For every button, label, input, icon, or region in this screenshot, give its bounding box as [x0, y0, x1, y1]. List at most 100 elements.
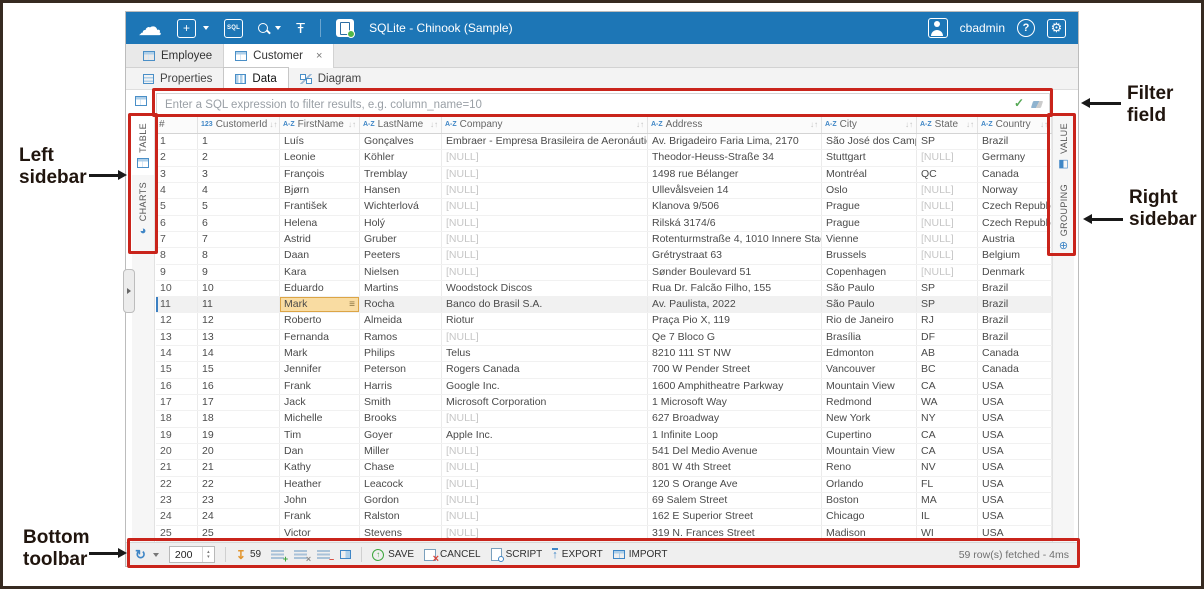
- table-row[interactable]: 33FrançoisTremblay[NULL]1498 rue Bélange…: [156, 167, 1052, 183]
- tab-diagram[interactable]: Diagram: [289, 68, 372, 89]
- cell-rownum[interactable]: 16: [156, 379, 198, 394]
- cell-LastName[interactable]: Hansen: [360, 183, 442, 198]
- cell-Company[interactable]: [NULL]: [442, 460, 648, 475]
- table-row[interactable]: 1818MichelleBrooks[NULL]627 BroadwayNew …: [156, 411, 1052, 427]
- sort-icon[interactable]: ↓↑: [428, 120, 438, 129]
- cell-LastName[interactable]: Miller: [360, 444, 442, 459]
- cell-State[interactable]: NY: [917, 411, 978, 426]
- duplicate-row-button[interactable]: ×: [294, 550, 307, 560]
- table-row[interactable]: 1414MarkPhilipsTelus8210 111 ST NWEdmont…: [156, 346, 1052, 362]
- cell-CustomerId[interactable]: 15: [198, 362, 280, 377]
- text-tool-icon[interactable]: Ŧ: [296, 20, 305, 37]
- cell-LastName[interactable]: Nielsen: [360, 265, 442, 280]
- cell-Country[interactable]: USA: [978, 379, 1052, 394]
- cell-FirstName[interactable]: Eduardo: [280, 281, 360, 296]
- cell-Country[interactable]: Germany: [978, 150, 1052, 165]
- column-header-Company[interactable]: A-ZCompany↓↑: [442, 116, 648, 133]
- cell-Address[interactable]: 319 N. Frances Street: [648, 526, 822, 541]
- cell-Country[interactable]: USA: [978, 444, 1052, 459]
- cell-City[interactable]: Vienne: [822, 232, 917, 247]
- cell-City[interactable]: Montréal: [822, 167, 917, 182]
- cell-rownum[interactable]: 17: [156, 395, 198, 410]
- cell-rownum[interactable]: 2: [156, 150, 198, 165]
- cell-FirstName[interactable]: Roberto: [280, 313, 360, 328]
- cell-rownum[interactable]: 13: [156, 330, 198, 345]
- cell-State[interactable]: SP: [917, 134, 978, 149]
- cell-LastName[interactable]: Brooks: [360, 411, 442, 426]
- column-header-Address[interactable]: A-ZAddress↓↑: [648, 116, 822, 133]
- cell-City[interactable]: Reno: [822, 460, 917, 475]
- cell-CustomerId[interactable]: 24: [198, 509, 280, 524]
- cell-City[interactable]: São Paulo: [822, 297, 917, 312]
- cell-LastName[interactable]: Stevens: [360, 526, 442, 541]
- add-row-button[interactable]: +: [271, 550, 284, 560]
- cell-CustomerId[interactable]: 22: [198, 477, 280, 492]
- cell-Address[interactable]: Klanova 9/506: [648, 199, 822, 214]
- cell-LastName[interactable]: Leacock: [360, 477, 442, 492]
- cell-City[interactable]: Stuttgart: [822, 150, 917, 165]
- cell-Address[interactable]: 1600 Amphitheatre Parkway: [648, 379, 822, 394]
- cell-State[interactable]: SP: [917, 297, 978, 312]
- help-button[interactable]: ?: [1017, 19, 1035, 37]
- table-row[interactable]: 99KaraNielsen[NULL]Sønder Boulevard 51Co…: [156, 265, 1052, 281]
- cell-Country[interactable]: USA: [978, 395, 1052, 410]
- cell-Company[interactable]: Woodstock Discos: [442, 281, 648, 296]
- table-row[interactable]: 55FrantišekWichterlová[NULL]Klanova 9/50…: [156, 199, 1052, 215]
- cell-FirstName[interactable]: François: [280, 167, 360, 182]
- cell-Company[interactable]: Google Inc.: [442, 379, 648, 394]
- cell-Address[interactable]: Grétrystraat 63: [648, 248, 822, 263]
- panel-toggle-button[interactable]: [340, 550, 351, 559]
- cell-FirstName[interactable]: Luís: [280, 134, 360, 149]
- sidebar-item-charts[interactable]: CHARTS ◕: [132, 175, 154, 244]
- cell-City[interactable]: Redmond: [822, 395, 917, 410]
- cell-Address[interactable]: Rotenturmstraße 4, 1010 Innere Stadt: [648, 232, 822, 247]
- tab-data[interactable]: Data: [224, 68, 287, 89]
- cell-Company[interactable]: [NULL]: [442, 265, 648, 280]
- cell-FirstName[interactable]: Frank: [280, 379, 360, 394]
- cell-LastName[interactable]: Almeida: [360, 313, 442, 328]
- table-row[interactable]: 1717JackSmithMicrosoft Corporation1 Micr…: [156, 395, 1052, 411]
- panel-collapse-handle[interactable]: [123, 269, 135, 313]
- cell-Address[interactable]: 1 Microsoft Way: [648, 395, 822, 410]
- cell-LastName[interactable]: Köhler: [360, 150, 442, 165]
- cell-FirstName[interactable]: Kathy: [280, 460, 360, 475]
- cell-Address[interactable]: Rilská 3174/6: [648, 216, 822, 231]
- cell-City[interactable]: Orlando: [822, 477, 917, 492]
- cell-Country[interactable]: Brazil: [978, 134, 1052, 149]
- sidebar-item-value[interactable]: VALUE ◧: [1053, 116, 1074, 177]
- cell-CustomerId[interactable]: 5: [198, 199, 280, 214]
- cell-Company[interactable]: Banco do Brasil S.A.: [442, 297, 648, 312]
- cell-LastName[interactable]: Gonçalves: [360, 134, 442, 149]
- cell-Company[interactable]: Riotur: [442, 313, 648, 328]
- table-row[interactable]: 1919TimGoyerApple Inc.1 Infinite LoopCup…: [156, 428, 1052, 444]
- cell-rownum[interactable]: 19: [156, 428, 198, 443]
- refresh-button[interactable]: ↻: [135, 548, 159, 561]
- cell-rownum[interactable]: 8: [156, 248, 198, 263]
- cell-City[interactable]: São Paulo: [822, 281, 917, 296]
- cell-Company[interactable]: [NULL]: [442, 183, 648, 198]
- cell-Country[interactable]: Austria: [978, 232, 1052, 247]
- cell-State[interactable]: CA: [917, 444, 978, 459]
- cell-CustomerId[interactable]: 16: [198, 379, 280, 394]
- cell-City[interactable]: Mountain View: [822, 444, 917, 459]
- cell-rownum[interactable]: 4: [156, 183, 198, 198]
- cell-Address[interactable]: Qe 7 Bloco G: [648, 330, 822, 345]
- cell-State[interactable]: [NULL]: [917, 199, 978, 214]
- cell-Company[interactable]: Telus: [442, 346, 648, 361]
- cell-Company[interactable]: [NULL]: [442, 444, 648, 459]
- cell-Company[interactable]: [NULL]: [442, 232, 648, 247]
- cell-CustomerId[interactable]: 13: [198, 330, 280, 345]
- cell-State[interactable]: QC: [917, 167, 978, 182]
- cell-Country[interactable]: Czech Republic: [978, 199, 1052, 214]
- cell-City[interactable]: Madison: [822, 526, 917, 541]
- cell-FirstName[interactable]: Tim: [280, 428, 360, 443]
- cell-LastName[interactable]: Goyer: [360, 428, 442, 443]
- cell-LastName[interactable]: Martins: [360, 281, 442, 296]
- cell-CustomerId[interactable]: 23: [198, 493, 280, 508]
- sort-icon[interactable]: ↓↑: [903, 120, 913, 129]
- cell-State[interactable]: RJ: [917, 313, 978, 328]
- table-row[interactable]: 1212RobertoAlmeidaRioturPraça Pio X, 119…: [156, 313, 1052, 329]
- table-row[interactable]: 77AstridGruber[NULL]Rotenturmstraße 4, 1…: [156, 232, 1052, 248]
- cell-FirstName[interactable]: Leonie: [280, 150, 360, 165]
- table-row[interactable]: 2525VictorStevens[NULL]319 N. Frances St…: [156, 526, 1052, 542]
